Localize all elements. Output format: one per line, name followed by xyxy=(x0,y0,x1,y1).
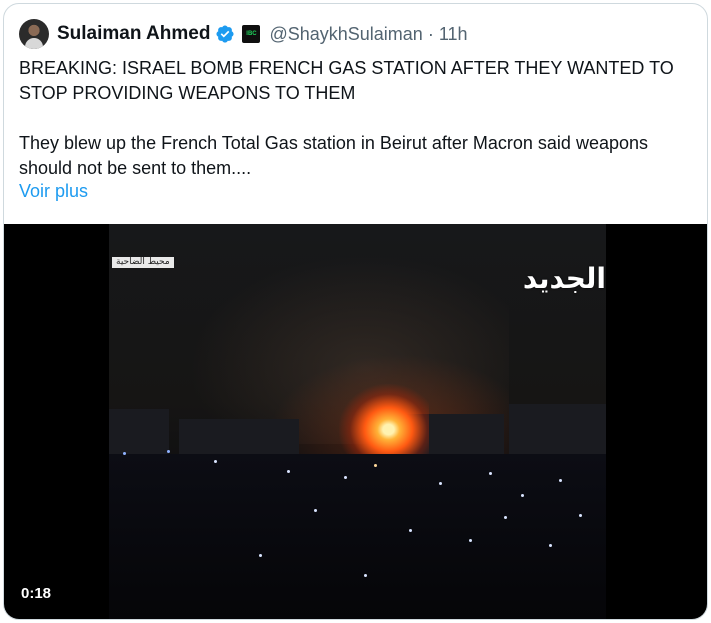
city-light xyxy=(409,529,412,532)
author-handle[interactable]: @ShaykhSulaiman xyxy=(269,24,422,45)
city-light xyxy=(344,476,347,479)
city-light xyxy=(521,494,524,497)
affiliate-badge-icon[interactable]: IBC xyxy=(242,25,261,43)
building-silhouette xyxy=(109,409,169,459)
building-silhouette xyxy=(179,419,299,459)
channel-logo: الجديد xyxy=(522,262,606,295)
location-tag: محيط الضاحية xyxy=(112,257,174,268)
tweet-timestamp[interactable]: 11h xyxy=(439,24,468,45)
city-light xyxy=(374,464,377,467)
city-light xyxy=(489,472,492,475)
city-light xyxy=(259,554,262,557)
city-light xyxy=(559,479,562,482)
city-light xyxy=(167,450,170,453)
city-light xyxy=(287,470,290,473)
city-light xyxy=(214,460,217,463)
video-frame: محيط الضاحية الجديد xyxy=(109,224,606,619)
author-name[interactable]: Sulaiman Ahmed xyxy=(57,23,210,45)
show-more-link[interactable]: Voir plus xyxy=(19,181,88,202)
tweet-header: Sulaiman Ahmed IBC @ShaykhSulaiman · 11h xyxy=(19,19,468,49)
tweet-text-paragraph-2: They blew up the French Total Gas statio… xyxy=(19,133,648,178)
city-light xyxy=(364,574,367,577)
fire-explosion xyxy=(339,384,429,454)
separator-dot: · xyxy=(427,23,434,44)
city-light xyxy=(469,539,472,542)
video-duration: 0:18 xyxy=(21,585,52,602)
video-player[interactable]: محيط الضاحية الجديد 0:18 xyxy=(4,224,707,619)
tweet-card[interactable]: Sulaiman Ahmed IBC @ShaykhSulaiman · 11h… xyxy=(3,3,708,620)
city-light xyxy=(439,482,442,485)
author-avatar[interactable] xyxy=(19,19,49,49)
city-night xyxy=(109,450,606,619)
building-silhouette xyxy=(509,404,606,459)
city-light xyxy=(504,516,507,519)
city-light xyxy=(314,509,317,512)
city-light xyxy=(579,514,582,517)
tweet-text: BREAKING: ISRAEL BOMB FRENCH GAS STATION… xyxy=(19,56,699,181)
city-light xyxy=(123,452,126,455)
tweet-text-paragraph-1: BREAKING: ISRAEL BOMB FRENCH GAS STATION… xyxy=(19,58,674,103)
city-light xyxy=(549,544,552,547)
verified-badge-icon[interactable] xyxy=(215,24,235,44)
